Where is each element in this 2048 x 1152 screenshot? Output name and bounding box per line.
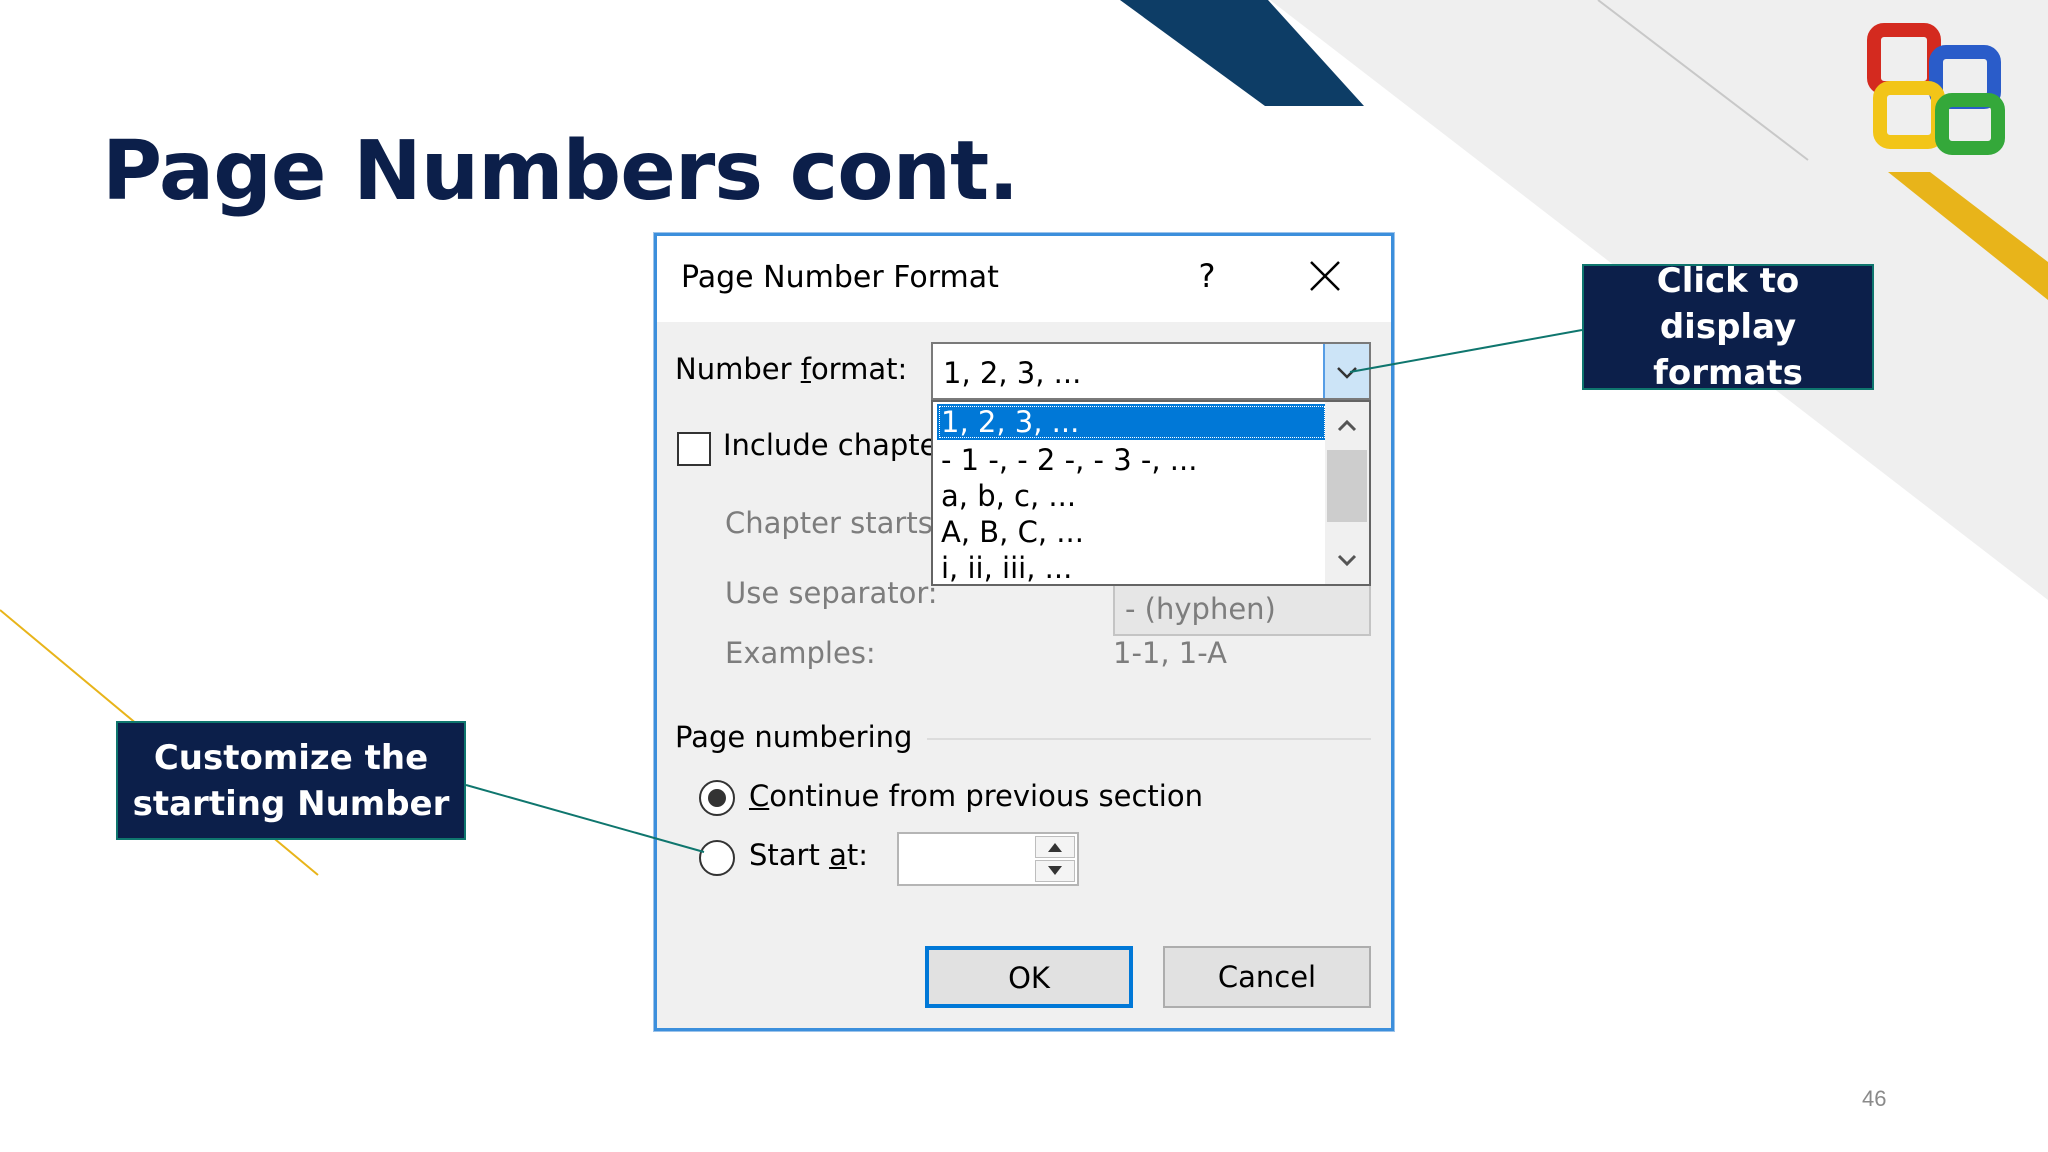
office-logo-icon — [1867, 23, 2005, 155]
group-divider — [927, 738, 1371, 740]
include-chapter-checkbox[interactable] — [677, 432, 711, 466]
callout-display-formats: Click to display formats — [1582, 261, 1874, 393]
start-at-label: Start at: — [749, 838, 868, 872]
format-option[interactable]: A, B, C, ... — [937, 514, 1327, 550]
number-format-label-accel: f — [800, 352, 811, 386]
cancel-button[interactable]: Cancel — [1163, 946, 1371, 1008]
separator-combo: - (hyphen) — [1113, 580, 1371, 636]
start-at-spinner[interactable] — [1035, 836, 1075, 882]
examples-value: 1-1, 1-A — [1113, 636, 1227, 670]
chevron-down-icon — [1337, 367, 1357, 379]
number-format-dropdown-button[interactable] — [1323, 344, 1369, 398]
start-at-label-post: t: — [846, 838, 868, 872]
start-at-radio[interactable] — [699, 840, 735, 876]
chevron-up-icon[interactable] — [1325, 406, 1369, 446]
continue-label-accel: C — [749, 779, 770, 813]
continue-label: Continue from previous section — [749, 779, 1203, 813]
ok-button[interactable]: OK — [925, 946, 1133, 1008]
start-at-label-accel: a — [829, 838, 847, 872]
number-format-label: Number format: — [675, 352, 907, 386]
format-option[interactable]: - 1 -, - 2 -, - 3 -, ... — [937, 442, 1327, 478]
dialog-title-bar: Page Number Format ? — [657, 236, 1391, 322]
slide-page-number: 46 — [1862, 1086, 1887, 1111]
callout-left-line2: starting Number — [132, 783, 450, 824]
continue-label-rest: ontinue from previous section — [769, 779, 1203, 813]
number-format-listbox[interactable]: 1, 2, 3, ... - 1 -, - 2 -, - 3 -, ... a,… — [931, 400, 1371, 586]
chevron-down-icon[interactable] — [1325, 540, 1369, 580]
dialog-title: Page Number Format — [681, 260, 999, 295]
format-option[interactable]: 1, 2, 3, ... — [937, 404, 1327, 440]
format-option[interactable]: a, b, c, ... — [937, 478, 1327, 514]
number-format-label-pre: Number — [675, 352, 801, 386]
include-chapter-label: Include chapte — [723, 428, 938, 462]
examples-label: Examples: — [725, 636, 876, 670]
close-icon[interactable] — [1303, 254, 1347, 298]
page-numbering-group-label: Page numbering — [675, 720, 913, 754]
use-separator-label: Use separator: — [725, 576, 938, 610]
format-option[interactable]: i, ii, iii, ... — [937, 550, 1327, 584]
spin-down-icon[interactable] — [1035, 860, 1075, 882]
callout-right-line2: formats — [1653, 353, 1803, 393]
callout-starting-number: Customize the starting Number — [116, 721, 466, 840]
slide-title: Page Numbers cont. — [102, 124, 1019, 219]
number-format-label-post: ormat: — [810, 352, 908, 386]
number-format-value: 1, 2, 3, ... — [943, 356, 1082, 390]
separator-value: - (hyphen) — [1125, 592, 1276, 626]
start-at-input[interactable] — [897, 832, 1079, 886]
callout-left-line1: Customize the — [153, 737, 429, 778]
continue-radio[interactable] — [699, 780, 735, 816]
help-button[interactable]: ? — [1187, 256, 1227, 296]
page-number-format-dialog: Page Number Format ? Number format: 1, 2… — [654, 233, 1394, 1031]
chapter-starts-label: Chapter starts — [725, 506, 933, 540]
listbox-scrollbar[interactable] — [1325, 402, 1369, 584]
spin-up-icon[interactable] — [1035, 836, 1075, 858]
start-at-label-pre: Start — [749, 838, 830, 872]
callout-right-line1: Click to display — [1656, 261, 1800, 347]
number-format-combo[interactable]: 1, 2, 3, ... — [931, 342, 1371, 400]
scroll-thumb[interactable] — [1327, 450, 1367, 522]
